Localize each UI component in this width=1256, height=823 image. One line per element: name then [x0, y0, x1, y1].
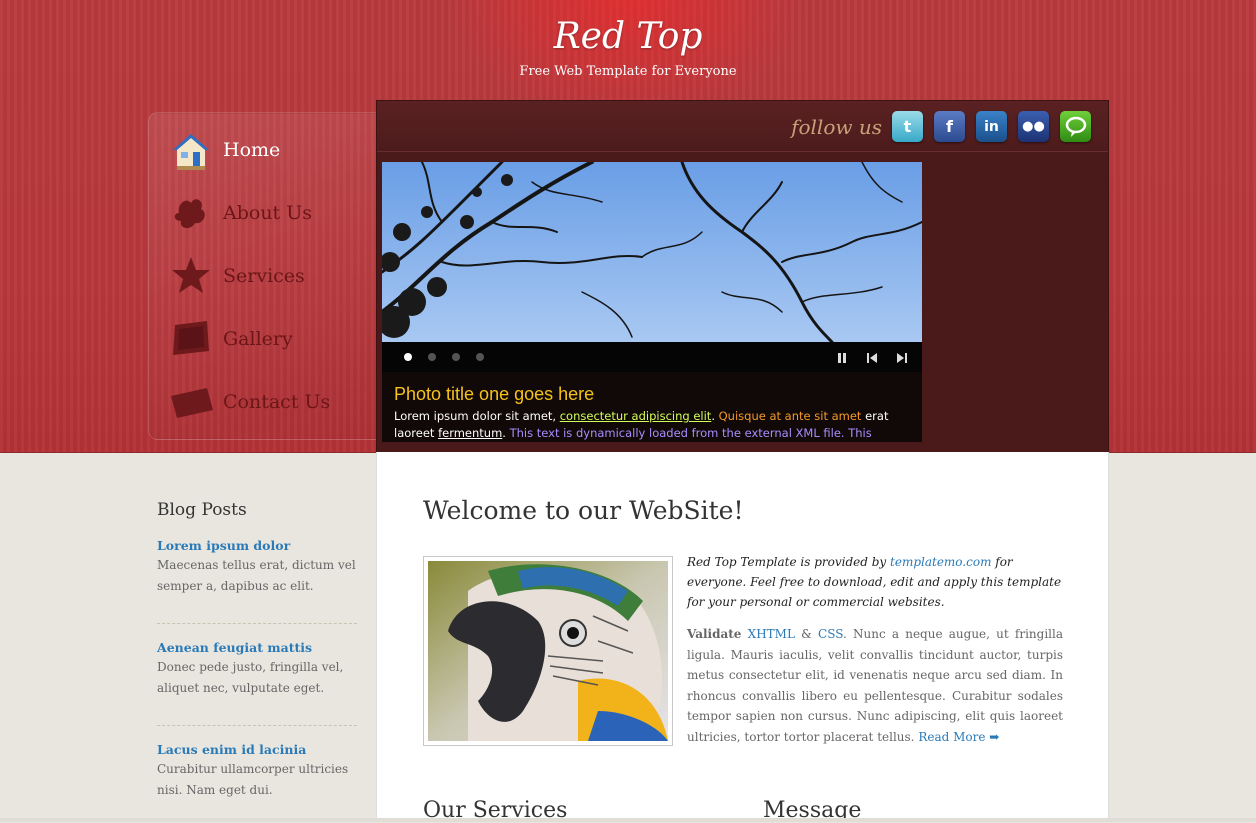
body-paragraph: Validate XHTML & CSS. Nunc a neque augue…: [687, 624, 1063, 747]
facebook-icon[interactable]: f: [934, 111, 965, 142]
blog-post: Lacus enim id lacinia Curabitur ullamcor…: [157, 742, 357, 801]
caption-text-1: Lorem ipsum dolor sit amet,: [394, 409, 560, 423]
caption-link-1[interactable]: consectetur adipiscing elit: [560, 409, 712, 423]
next-icon[interactable]: [895, 350, 909, 364]
people-icon: [169, 191, 213, 235]
menu-item-about[interactable]: About Us: [169, 188, 379, 238]
follow-bar: follow us t f in ●●: [377, 101, 1108, 152]
blog-post-body: Maecenas tellus erat, dictum vel semper …: [157, 558, 356, 593]
menu-item-contact[interactable]: Contact Us: [169, 377, 379, 427]
menu-item-services[interactable]: Services: [169, 251, 379, 301]
menu-label-about: About Us: [223, 202, 312, 224]
blog-post-title[interactable]: Aenean feugiat mattis: [157, 640, 357, 655]
welcome-heading: Welcome to our WebSite!: [423, 496, 744, 525]
photos-icon: [169, 317, 213, 361]
caption-text: Lorem ipsum dolor sit amet, consectetur …: [394, 408, 894, 442]
blog-post: Lorem ipsum dolor Maecenas tellus erat, …: [157, 538, 357, 597]
main-menu: Home About Us Services Gallery Contact U…: [148, 112, 390, 440]
blog-divider: [157, 623, 357, 624]
css-link[interactable]: CSS: [818, 627, 843, 641]
chat-icon[interactable]: [1060, 111, 1091, 142]
blog-post: Aenean feugiat mattis Donec pede justo, …: [157, 640, 357, 699]
parrot-image: [428, 561, 668, 741]
site-subtitle: Free Web Template for Everyone: [519, 64, 737, 79]
image-slider[interactable]: Photo title one goes here Lorem ipsum do…: [382, 162, 922, 442]
star-icon: [169, 254, 213, 298]
envelope-icon: [169, 380, 213, 424]
read-more-link[interactable]: Read More ➡: [918, 730, 999, 744]
caption-orange-text: Quisque at ante sit amet: [718, 409, 862, 423]
caption-text-4: .: [502, 426, 510, 440]
body-text: . Nunc a neque augue, ut fringilla ligul…: [687, 627, 1063, 744]
blog-divider: [157, 725, 357, 726]
menu-label-gallery: Gallery: [223, 328, 293, 350]
caption-text-2: .: [711, 409, 719, 423]
slide-dot-2[interactable]: [428, 353, 436, 361]
menu-item-gallery[interactable]: Gallery: [169, 314, 379, 364]
site-title: Red Top: [553, 16, 703, 57]
blog-title: Blog Posts: [157, 500, 247, 520]
slide-dot-3[interactable]: [452, 353, 460, 361]
blog-post-title[interactable]: Lorem ipsum dolor: [157, 538, 357, 553]
linkedin-icon[interactable]: in: [976, 111, 1007, 142]
pause-icon[interactable]: [835, 350, 849, 364]
previous-icon[interactable]: [865, 350, 879, 364]
main-content: Welcome to our WebSite! Red Top Template…: [376, 452, 1109, 823]
caption-title: Photo title one goes here: [394, 384, 595, 404]
menu-item-home[interactable]: Home: [169, 125, 379, 175]
validate-label: Validate: [687, 627, 742, 641]
templatemo-link[interactable]: templatemo.com: [890, 555, 991, 569]
slider-controls: [382, 342, 922, 372]
slide-image: [382, 162, 922, 342]
menu-label-services: Services: [223, 265, 305, 287]
caption-link-2[interactable]: fermentum: [438, 426, 502, 440]
caption-purple-text: This text is dynamically loaded from the…: [509, 426, 872, 440]
blog-post-body: Curabitur ullamcorper ultricies nisi. Na…: [157, 762, 349, 797]
slide-caption: Photo title one goes here Lorem ipsum do…: [382, 372, 922, 442]
intro-text: Red Top Template is provided by template…: [687, 552, 1065, 612]
house-icon: [169, 128, 213, 172]
amp-text: &: [794, 627, 819, 641]
myspace-icon[interactable]: ●●: [1018, 111, 1049, 142]
blog-post-title[interactable]: Lacus enim id lacinia: [157, 742, 357, 757]
menu-label-home: Home: [223, 139, 281, 161]
parrot-image-frame: [423, 556, 673, 746]
menu-label-contact: Contact Us: [223, 391, 331, 413]
follow-label: follow us: [791, 115, 882, 139]
xhtml-link[interactable]: XHTML: [748, 627, 795, 641]
twitter-icon[interactable]: t: [892, 111, 923, 142]
window-bottom-edge: [0, 818, 1256, 822]
intro-text-1: Red Top Template is provided by: [687, 555, 891, 569]
slide-dot-1[interactable]: [404, 353, 412, 361]
blog-post-body: Donec pede justo, fringilla vel, aliquet…: [157, 660, 344, 695]
slide-dot-4[interactable]: [476, 353, 484, 361]
